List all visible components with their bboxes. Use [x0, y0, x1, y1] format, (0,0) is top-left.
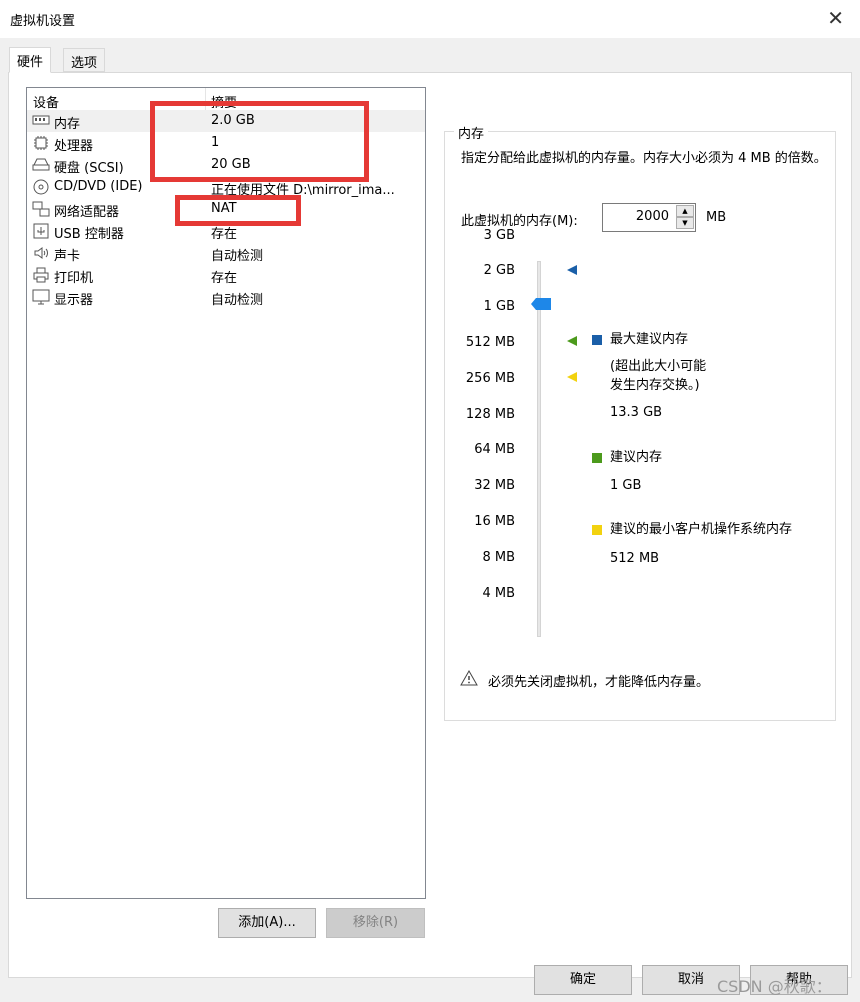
- highlight-box: [150, 101, 369, 182]
- device-name: 打印机: [54, 271, 94, 286]
- window-title: 虚拟机设置: [10, 14, 76, 29]
- device-name: USB 控制器: [54, 227, 124, 242]
- spin-up-icon[interactable]: ▲: [676, 205, 694, 217]
- memory-field-label: 此虚拟机的内存(M):: [461, 214, 578, 229]
- hard-disk-icon: [32, 157, 50, 173]
- slider-tick: 512 MB: [465, 335, 515, 350]
- max-recommended-marker-icon: [567, 265, 577, 275]
- device-summary: 存在: [211, 271, 238, 286]
- network-adapter-icon: [32, 201, 50, 217]
- slider-tick: 2 GB: [483, 263, 515, 278]
- legend-minimum-value: 512 MB: [610, 551, 660, 566]
- tab-hardware[interactable]: 硬件: [9, 47, 52, 73]
- device-row-display[interactable]: 显示器 自动检测: [27, 286, 425, 308]
- legend-max-label: 最大建议内存: [610, 332, 689, 347]
- device-name: 内存: [54, 117, 81, 132]
- slider-tick: 16 MB: [474, 514, 515, 529]
- device-name: 硬盘 (SCSI): [54, 161, 124, 176]
- spin-down-icon[interactable]: ▼: [676, 217, 694, 229]
- legend-minimum-swatch: [592, 525, 602, 535]
- spin-arrows[interactable]: ▲ ▼: [676, 205, 694, 230]
- watermark-text: CSDN @秋歌：: [717, 977, 832, 996]
- legend-recommended-swatch: [592, 453, 602, 463]
- printer-icon: [32, 267, 50, 283]
- legend-max-note: (超出此大小可能: [610, 359, 707, 374]
- memory-group-title: 内存: [454, 123, 489, 142]
- memory-input[interactable]: 2000: [636, 209, 669, 224]
- memory-slider-track[interactable]: [537, 261, 541, 637]
- dialog-body: 硬件 选项 设备 摘要 内存 2.0 GB 处理器 1 硬盘 (SCSI) 20…: [0, 38, 860, 1002]
- hardware-panel: 设备 摘要 内存 2.0 GB 处理器 1 硬盘 (SCSI) 20 GB CD…: [8, 72, 852, 978]
- device-row-printer[interactable]: 打印机 存在: [27, 264, 425, 286]
- slider-tick: 1 GB: [483, 299, 515, 314]
- slider-tick: 64 MB: [474, 442, 515, 457]
- close-button[interactable]: ✕: [827, 7, 844, 29]
- warning-text: 必须先关闭虚拟机，才能降低内存量。: [488, 675, 710, 690]
- legend-recommended-value: 1 GB: [610, 478, 642, 493]
- device-summary: 自动检测: [211, 293, 264, 308]
- memory-icon: [32, 113, 50, 129]
- device-name: 网络适配器: [54, 205, 120, 220]
- legend-max-value: 13.3 GB: [610, 405, 663, 420]
- cd-dvd-icon: [32, 179, 50, 195]
- minimum-marker-icon: [567, 372, 577, 382]
- usb-icon: [32, 223, 50, 239]
- add-button[interactable]: 添加(A)...: [218, 908, 316, 938]
- device-name: CD/DVD (IDE): [54, 179, 143, 194]
- legend-recommended-label: 建议内存: [610, 450, 663, 465]
- highlight-box: [175, 195, 301, 226]
- memory-slider-thumb[interactable]: [530, 297, 551, 310]
- speaker-icon: [32, 245, 50, 261]
- device-summary: 自动检测: [211, 249, 264, 264]
- legend-max-note: 发生内存交换。): [610, 378, 700, 393]
- remove-button[interactable]: 移除(R): [326, 908, 425, 938]
- recommended-marker-icon: [567, 336, 577, 346]
- device-name: 显示器: [54, 293, 94, 308]
- legend-max-swatch: [592, 335, 602, 345]
- memory-spinbox[interactable]: 2000 ▲ ▼: [602, 203, 696, 232]
- legend-minimum-label: 建议的最小客户机操作系统内存: [610, 522, 793, 537]
- slider-tick: 32 MB: [474, 478, 515, 493]
- memory-unit: MB: [706, 210, 727, 225]
- slider-tick: 3 GB: [483, 228, 515, 243]
- slider-tick: 4 MB: [482, 586, 515, 601]
- device-name: 处理器: [54, 139, 94, 154]
- column-header-device[interactable]: 设备: [33, 92, 59, 111]
- monitor-icon: [32, 289, 50, 305]
- device-row-sound[interactable]: 声卡 自动检测: [27, 242, 425, 264]
- ok-button[interactable]: 确定: [534, 965, 632, 995]
- tab-options[interactable]: 选项: [63, 48, 106, 72]
- title-bar: 虚拟机设置 ✕: [0, 0, 860, 38]
- slider-tick: 128 MB: [465, 407, 515, 422]
- memory-description: 指定分配给此虚拟机的内存量。内存大小必须为 4 MB 的倍数。: [461, 151, 827, 166]
- processor-icon: [32, 135, 50, 151]
- slider-tick: 8 MB: [482, 550, 515, 565]
- warning-icon: [460, 669, 478, 690]
- device-name: 声卡: [54, 249, 81, 264]
- slider-tick: 256 MB: [465, 371, 515, 386]
